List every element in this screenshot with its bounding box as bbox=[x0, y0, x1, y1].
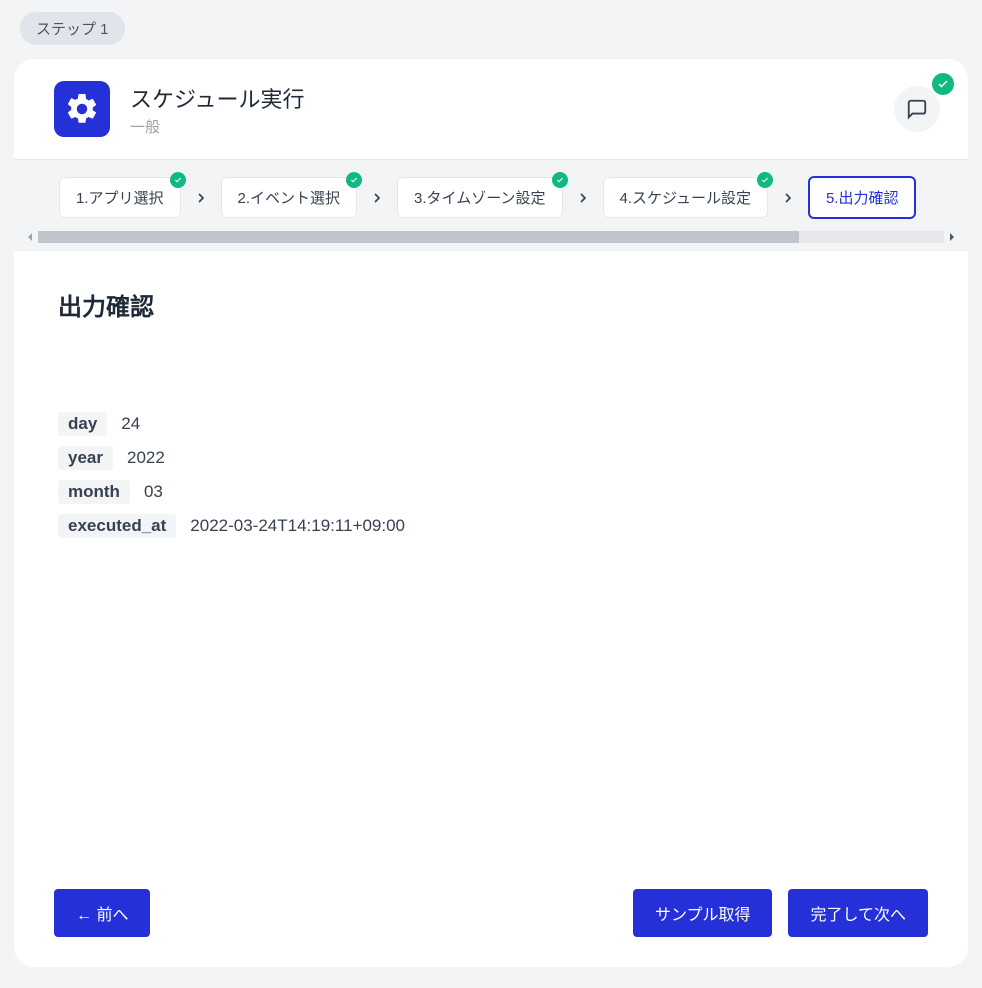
step-tab-label: 5.出力確認 bbox=[826, 187, 899, 208]
footer: ← 前へ サンプル取得 完了して次へ bbox=[14, 865, 968, 967]
app-title: スケジュール実行 bbox=[130, 82, 894, 114]
sample-button[interactable]: サンプル取得 bbox=[633, 889, 773, 937]
output-value: 03 bbox=[144, 482, 163, 502]
step-tab-label: 4.スケジュール設定 bbox=[620, 187, 751, 208]
chevron-right-icon bbox=[365, 190, 389, 206]
check-icon bbox=[757, 172, 773, 188]
output-value: 24 bbox=[121, 414, 140, 434]
gear-icon bbox=[54, 81, 110, 137]
check-icon bbox=[552, 172, 568, 188]
back-button[interactable]: ← 前へ bbox=[54, 889, 150, 937]
chevron-right-icon bbox=[189, 190, 213, 206]
output-key: day bbox=[58, 412, 107, 436]
step-tab-label: 2.イベント選択 bbox=[238, 187, 341, 208]
output-row: month 03 bbox=[58, 480, 924, 504]
output-value: 2022 bbox=[127, 448, 165, 468]
output-list: day 24 year 2022 month 03 executed_at 2022-03-2… bbox=[58, 412, 924, 538]
output-key: month bbox=[58, 480, 130, 504]
step-tab-5[interactable]: 5.出力確認 bbox=[808, 176, 917, 219]
chevron-right-icon bbox=[776, 190, 800, 206]
scroll-left-icon[interactable] bbox=[22, 232, 38, 242]
chat-icon bbox=[906, 98, 928, 120]
comment-button[interactable] bbox=[894, 86, 940, 132]
section-title: 出力確認 bbox=[58, 287, 924, 322]
card-header: スケジュール実行 一般 bbox=[14, 59, 968, 160]
step-tab-label: 3.タイムゾーン設定 bbox=[414, 187, 545, 208]
step-tab-4[interactable]: 4.スケジュール設定 bbox=[603, 177, 768, 218]
check-icon bbox=[170, 172, 186, 188]
step-badge: ステップ 1 bbox=[20, 12, 125, 45]
scroll-thumb[interactable] bbox=[38, 231, 799, 243]
next-button[interactable]: 完了して次へ bbox=[788, 889, 928, 937]
output-value: 2022-03-24T14:19:11+09:00 bbox=[190, 516, 405, 536]
step-card: スケジュール実行 一般 1.アプリ選択 2.イベント選択 3.タイムゾーン設定 4.ス… bbox=[14, 59, 968, 967]
output-row: executed_at 2022-03-24T14:19:11+09:00 bbox=[58, 514, 924, 538]
horizontal-scrollbar[interactable] bbox=[14, 219, 968, 251]
output-row: day 24 bbox=[58, 412, 924, 436]
step-tab-1[interactable]: 1.アプリ選択 bbox=[59, 177, 181, 218]
output-row: year 2022 bbox=[58, 446, 924, 470]
content-area: 出力確認 day 24 year 2022 month 03 executed_at 2022… bbox=[14, 251, 968, 865]
step-tab-2[interactable]: 2.イベント選択 bbox=[221, 177, 358, 218]
step-tabs: 1.アプリ選択 2.イベント選択 3.タイムゾーン設定 4.スケジュール設定 5.出力確… bbox=[14, 160, 968, 219]
output-key: executed_at bbox=[58, 514, 176, 538]
scroll-right-icon[interactable] bbox=[944, 232, 960, 242]
chevron-right-icon bbox=[571, 190, 595, 206]
app-subtitle: 一般 bbox=[130, 116, 894, 137]
output-key: year bbox=[58, 446, 113, 470]
step-tab-3[interactable]: 3.タイムゾーン設定 bbox=[397, 177, 562, 218]
step-tab-label: 1.アプリ選択 bbox=[76, 187, 164, 208]
check-icon bbox=[346, 172, 362, 188]
scroll-track[interactable] bbox=[38, 231, 944, 243]
